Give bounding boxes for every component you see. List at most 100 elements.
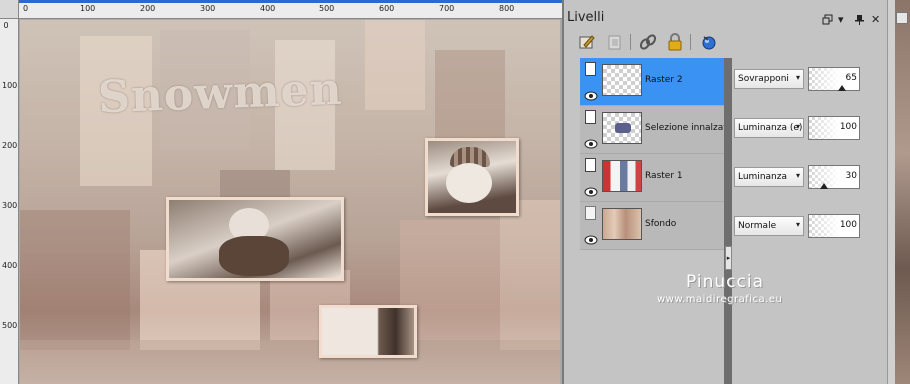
close-icon[interactable]: ✕ [871, 14, 880, 25]
opacity-slider[interactable]: 65 [808, 67, 860, 91]
layer-type-icon [585, 62, 596, 76]
blend-mode-select[interactable]: Luminanza (e) ▾ [734, 118, 804, 138]
opacity-value: 100 [839, 220, 857, 230]
snowman-face [446, 163, 492, 203]
layer-name: Selezione innalzata [645, 123, 733, 133]
blend-mode-value: Luminanza [738, 172, 787, 182]
opacity-gradient [809, 68, 839, 90]
pin-icon[interactable] [854, 14, 865, 27]
new-raster-layer-icon[interactable] [578, 33, 596, 51]
ruler-label: 400 [2, 261, 18, 270]
canvas-area[interactable]: 0 100 200 300 400 500 600 700 800 0 100 … [0, 0, 562, 384]
menu-arrow-icon[interactable]: ▾ [838, 14, 844, 25]
ruler-label: 300 [2, 201, 18, 210]
ruler-label: 100 [2, 81, 18, 90]
eye-icon[interactable] [584, 86, 598, 101]
layer-thumbnail [602, 208, 642, 240]
thumb-content [615, 123, 631, 133]
ruler-label: 800 [499, 4, 515, 13]
panel-header: Livelli ▾ ✕ [564, 4, 887, 30]
blend-mode-value: Luminanza (e) [738, 123, 803, 133]
opacity-slider[interactable]: 30 [808, 165, 860, 189]
blue-ball-icon[interactable] [700, 33, 718, 51]
document-icon[interactable] [896, 12, 908, 24]
layer-thumbnail [602, 160, 642, 192]
snowman-photo-large [166, 197, 344, 281]
opacity-value: 30 [845, 171, 857, 181]
blend-mode-value: Sovrapponi [738, 74, 789, 84]
layer-type-icon [585, 110, 596, 124]
opacity-marker[interactable] [820, 183, 828, 189]
eye-icon[interactable] [584, 182, 598, 197]
ruler-corner [0, 0, 19, 19]
panel-title: Livelli [567, 10, 605, 25]
snowman-scarf [219, 236, 289, 276]
ruler-top: 0 100 200 300 400 500 600 700 800 [19, 0, 562, 19]
blend-mode-value: Normale [738, 221, 777, 231]
layer-name: Raster 2 [645, 75, 683, 85]
link-icon[interactable] [639, 33, 657, 51]
layer-visibility [582, 204, 600, 248]
layer-name: Raster 1 [645, 171, 683, 181]
snowman-photo-small [425, 138, 519, 216]
opacity-slider[interactable]: 100 [808, 214, 860, 238]
layer-thumbnail [602, 64, 642, 96]
blend-mode-select[interactable]: Normale ▾ [734, 216, 804, 236]
ruler-label: 200 [2, 141, 18, 150]
expand-arrow-icon[interactable]: ▸ [725, 246, 732, 270]
collage-block [20, 210, 130, 350]
ruler-label: 0 [3, 21, 9, 30]
chevron-down-icon: ▾ [795, 220, 800, 229]
blend-mode-select[interactable]: Sovrapponi ▾ [734, 69, 804, 89]
layer-row-raster-1[interactable]: Raster 1 [580, 154, 724, 202]
ruler-label: 200 [140, 4, 156, 13]
ruler-top-bar [19, 0, 562, 3]
ruler-label: 500 [2, 321, 18, 330]
opacity-gradient [809, 117, 839, 139]
collage-block [365, 20, 425, 110]
background-image-strip [895, 0, 910, 384]
layer-type-icon [585, 206, 596, 220]
layers-scroll-track[interactable] [724, 58, 732, 384]
layer-visibility [582, 60, 600, 104]
restore-icon[interactable] [822, 14, 833, 27]
layers-toolbar [564, 30, 887, 56]
collage-block [500, 200, 560, 350]
image-canvas[interactable]: Snowmen [20, 20, 560, 384]
ruler-left: 0 100 200 300 400 500 [0, 19, 19, 384]
opacity-value: 100 [839, 122, 857, 132]
toolbar-separator [630, 34, 631, 50]
ruler-label: 700 [439, 4, 455, 13]
title-art: Snowmen [97, 63, 344, 124]
watermark-url: www.maidiregrafica.eu [657, 294, 783, 305]
layers-panel: Livelli ▾ ✕ Raster 2 Selezione innalzata… [564, 0, 887, 384]
opacity-slider[interactable]: 100 [808, 116, 860, 140]
new-mask-icon[interactable] [606, 33, 624, 51]
toolbar-separator [690, 34, 691, 50]
layer-row-selezione-innalzata[interactable]: Selezione innalzata [580, 106, 732, 154]
lock-icon[interactable] [666, 33, 684, 51]
right-scrollbar[interactable] [887, 0, 895, 384]
chevron-down-icon: ▾ [795, 73, 800, 82]
blend-mode-select[interactable]: Luminanza ▾ [734, 167, 804, 187]
ruler-label: 100 [80, 4, 96, 13]
ruler-label: 300 [200, 4, 216, 13]
collage-block [20, 340, 560, 384]
layer-visibility [582, 156, 600, 200]
layer-type-icon [585, 158, 596, 172]
ruler-label: 500 [319, 4, 335, 13]
eye-icon[interactable] [584, 230, 598, 245]
ruler-label: 400 [260, 4, 276, 13]
layer-row-sfondo[interactable]: Sfondo [580, 202, 724, 250]
layer-name: Sfondo [645, 219, 677, 229]
watermark-name: Pinuccia [686, 272, 764, 292]
opacity-value: 65 [845, 73, 857, 83]
ruler-label: 600 [379, 4, 395, 13]
eye-icon[interactable] [584, 134, 598, 149]
ruler-label: 0 [23, 4, 29, 13]
opacity-gradient [809, 215, 839, 237]
chevron-down-icon: ▾ [795, 122, 800, 131]
layer-thumbnail [602, 112, 642, 144]
layer-row-raster-2[interactable]: Raster 2 [580, 58, 724, 106]
opacity-marker[interactable] [838, 85, 846, 91]
